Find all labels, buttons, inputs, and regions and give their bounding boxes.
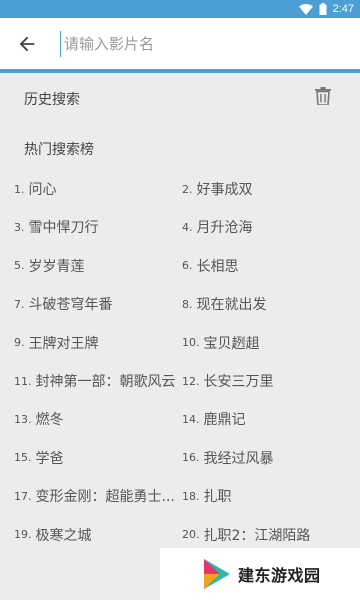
hot-item-rank: 11. [14,374,32,388]
history-title: 历史搜索 [24,92,80,108]
hot-item-18[interactable]: 18. 扎职 [182,477,352,515]
hot-item-rank: 14. [182,412,200,426]
wifi-icon [298,3,313,15]
search-input[interactable] [60,31,340,57]
battery-icon [319,3,327,15]
hot-item-19[interactable]: 19. 极寒之城 [14,516,180,554]
hot-item-5[interactable]: 5. 岁岁青莲 [14,247,180,285]
hot-item-rank: 15. [14,451,32,465]
hot-search-title: 热门搜索榜 [24,142,94,158]
hot-item-rank: 13. [14,412,32,426]
hot-item-name: 长相思 [196,258,239,275]
hot-item-name: 斗破苍穹年番 [28,297,113,314]
hot-item-7[interactable]: 7. 斗破苍穹年番 [14,285,180,323]
hot-item-name: 鹿鼎记 [203,412,246,429]
hot-item-16[interactable]: 16. 我经过风暴 [182,439,352,477]
hot-item-6[interactable]: 6. 长相思 [182,247,352,285]
hot-item-name: 雪中悍刀行 [28,220,99,237]
hot-item-11[interactable]: 11. 封神第一部：朝歌风云 [14,362,180,400]
hot-item-3[interactable]: 3. 雪中悍刀行 [14,208,180,246]
hot-item-17[interactable]: 17. 变形金刚：超能勇士... [14,477,180,515]
hot-item-name: 极寒之城 [35,527,92,544]
hot-item-4[interactable]: 4. 月升沧海 [182,208,352,246]
hot-item-name: 扎职2：江湖陌路 [203,527,311,544]
hot-item-rank: 3. [14,220,25,234]
hot-item-rank: 8. [182,297,193,311]
play-logo-icon [204,559,230,589]
hot-item-name: 学爸 [35,450,64,467]
status-bar-right: 2:47 [298,0,354,18]
hot-item-rank: 2. [182,182,193,196]
hot-item-rank: 16. [182,451,200,465]
hot-item-name: 长安三万里 [203,374,274,390]
hot-item-rank: 18. [182,489,200,503]
status-time: 2:47 [332,3,354,15]
hot-item-name: 我经过风暴 [203,450,274,467]
hot-item-name: 封神第一部：朝歌风云 [35,374,176,390]
hot-item-name: 燃冬 [35,412,64,429]
hot-item-8[interactable]: 8. 现在就出发 [182,285,352,323]
hot-item-rank: 20. [182,528,200,542]
hot-item-rank: 4. [182,220,193,234]
status-bar: 2:47 [0,0,360,18]
watermark-badge: 建东游戏园 [160,548,360,600]
history-header: 历史搜索 [0,73,360,121]
arrow-left-icon[interactable] [16,33,38,55]
hot-item-name: 问心 [28,182,57,198]
hot-item-name: 扎职 [203,489,232,506]
search-bar [0,18,360,70]
hot-item-name: 好事成双 [196,182,253,198]
hot-item-15[interactable]: 15. 学爸 [14,439,180,477]
hot-item-rank: 9. [14,336,25,350]
hot-item-14[interactable]: 14. 鹿鼎记 [182,400,352,438]
hot-item-name: 宝贝趔趄 [203,335,260,352]
hot-item-name: 变形金刚：超能勇士... [35,489,175,506]
hot-item-2[interactable]: 2. 好事成双 [182,170,352,208]
hot-item-9[interactable]: 9. 王牌对王牌 [14,324,180,362]
watermark-text: 建东游戏园 [238,566,321,585]
hot-item-rank: 19. [14,528,32,542]
hot-item-name: 现在就出发 [196,297,267,314]
hot-item-rank: 12. [182,374,200,388]
hot-item-rank: 6. [182,259,193,273]
hot-item-rank: 7. [14,297,25,311]
trash-icon[interactable] [315,87,331,105]
hot-item-12[interactable]: 12. 长安三万里 [182,362,352,400]
hot-item-rank: 5. [14,259,25,273]
hot-item-name: 月升沧海 [196,220,253,237]
hot-item-rank: 10. [182,336,200,350]
hot-item-rank: 17. [14,489,32,503]
hot-item-rank: 1. [14,182,25,196]
hot-item-13[interactable]: 13. 燃冬 [14,400,180,438]
hot-item-1[interactable]: 1. 问心 [14,170,180,208]
hot-item-10[interactable]: 10. 宝贝趔趄 [182,324,352,362]
hot-item-name: 王牌对王牌 [28,335,99,352]
hot-item-name: 岁岁青莲 [28,258,85,275]
